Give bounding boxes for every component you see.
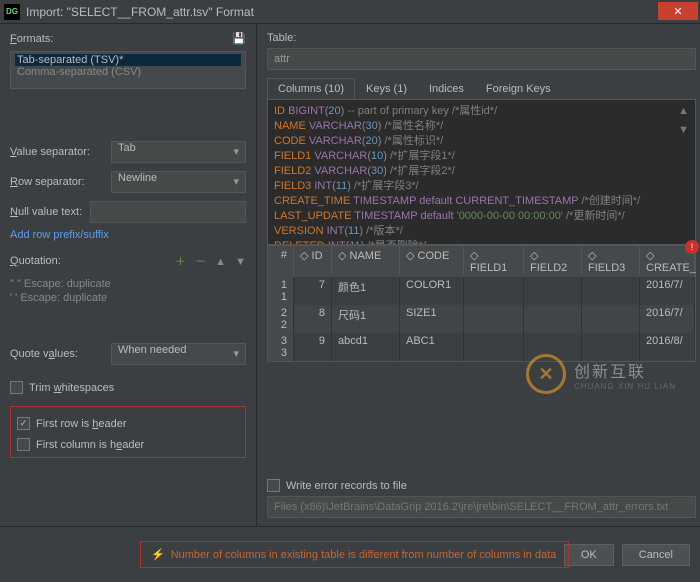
tab-foreign-keys[interactable]: Foreign Keys: [475, 78, 562, 99]
ok-button[interactable]: OK: [564, 544, 614, 566]
quotation-down-icon[interactable]: ▼: [235, 256, 246, 268]
watermark-subtext: CHUANG XIN HU LIAN: [574, 382, 676, 391]
quotation-item[interactable]: " " Escape: duplicate: [10, 277, 246, 291]
tab-columns[interactable]: Columns (10): [267, 78, 355, 99]
col-name[interactable]: ◇ NAME: [332, 246, 400, 277]
trim-whitespace-label: Trim whitespaces: [29, 382, 114, 394]
cancel-button[interactable]: Cancel: [622, 544, 690, 566]
main-area: Formats: 💾 Tab-separated (TSV)* Comma-se…: [0, 24, 700, 526]
first-row-header-label: First row is header: [36, 418, 127, 430]
quotation-label: Quotation:: [10, 255, 61, 267]
col-code[interactable]: ◇ CODE: [400, 246, 464, 277]
schema-editor[interactable]: ▲ ▼ ID BIGINT(20) -- part of primary key…: [267, 100, 696, 245]
write-errors-label: Write error records to file: [286, 480, 407, 492]
first-col-header-checkbox[interactable]: [17, 438, 30, 451]
add-prefix-suffix-link[interactable]: Add row prefix/suffix: [10, 229, 246, 241]
error-badge-icon: !: [685, 240, 699, 254]
col-id[interactable]: ◇ ID: [294, 246, 332, 277]
left-panel: Formats: 💾 Tab-separated (TSV)* Comma-se…: [0, 24, 257, 526]
first-col-header-label: First column is header: [36, 439, 144, 451]
value-separator-label: Value separator:: [10, 146, 105, 158]
value-separator-select[interactable]: Tab: [111, 141, 246, 163]
table-label: Table:: [267, 32, 696, 44]
footer: ⚡ Number of columns in existing table is…: [0, 526, 700, 582]
col-field1[interactable]: ◇ FIELD1: [464, 246, 524, 277]
trim-whitespace-checkbox[interactable]: [10, 381, 23, 394]
quotation-add-icon[interactable]: ＋: [175, 256, 186, 268]
format-item-tsv[interactable]: Tab-separated (TSV)*: [15, 54, 241, 66]
close-button[interactable]: ✕: [658, 2, 698, 20]
first-row-header-checkbox[interactable]: ✓: [17, 417, 30, 430]
watermark: ✕ 创新互联 CHUANG XIN HU LIAN: [526, 354, 676, 394]
null-value-label: Null value text:: [10, 206, 84, 218]
tab-keys[interactable]: Keys (1): [355, 78, 418, 99]
save-icon[interactable]: 💾: [232, 32, 246, 45]
quotation-remove-icon[interactable]: －: [195, 256, 206, 268]
table-row[interactable]: 2 28尺码1SIZE12016/7/: [268, 305, 695, 333]
quotation-up-icon[interactable]: ▲: [215, 256, 226, 268]
watermark-text: 创新互联: [574, 358, 676, 382]
right-panel: Table: Columns (10) Keys (1) Indices For…: [257, 24, 700, 526]
watermark-logo-icon: ✕: [526, 354, 566, 394]
table-row[interactable]: 1 17颜色1COLOR12016/7/: [268, 277, 695, 305]
header-options-group: ✓ First row is header First column is he…: [10, 406, 246, 458]
quote-values-select[interactable]: When needed: [111, 343, 246, 365]
window-title: Import: "SELECT__FROM_attr.tsv" Format: [26, 5, 254, 19]
format-item-csv[interactable]: Comma-separated (CSV): [15, 66, 241, 78]
null-value-input[interactable]: [90, 201, 246, 223]
quotation-list[interactable]: " " Escape: duplicate ' ' Escape: duplic…: [10, 277, 246, 305]
quotation-item[interactable]: ' ' Escape: duplicate: [10, 291, 246, 305]
move-up-icon[interactable]: ▲: [678, 104, 689, 119]
titlebar: DG Import: "SELECT__FROM_attr.tsv" Forma…: [0, 0, 700, 24]
col-field3[interactable]: ◇ FIELD3: [582, 246, 640, 277]
move-down-icon[interactable]: ▼: [678, 123, 689, 138]
tab-bar: Columns (10) Keys (1) Indices Foreign Ke…: [267, 78, 696, 100]
warning-icon: ⚡: [151, 548, 165, 561]
preview-table: ! # ◇ ID ◇ NAME ◇ CODE ◇ FIELD1 ◇ FIELD2…: [267, 245, 696, 362]
tab-indices[interactable]: Indices: [418, 78, 475, 99]
formats-label: Formats:: [10, 33, 53, 45]
col-num[interactable]: #: [268, 246, 294, 277]
row-separator-label: Row separator:: [10, 176, 105, 188]
app-icon: DG: [4, 4, 20, 20]
quote-values-label: Quote values:: [10, 348, 105, 360]
row-separator-select[interactable]: Newline: [111, 171, 246, 193]
table-name-input[interactable]: [267, 48, 696, 70]
error-file-path-input[interactable]: [267, 496, 696, 518]
table-header: # ◇ ID ◇ NAME ◇ CODE ◇ FIELD1 ◇ FIELD2 ◇…: [268, 246, 695, 277]
warning-message: ⚡ Number of columns in existing table is…: [140, 541, 569, 568]
write-errors-checkbox[interactable]: [267, 479, 280, 492]
col-field2[interactable]: ◇ FIELD2: [524, 246, 582, 277]
formats-list[interactable]: Tab-separated (TSV)* Comma-separated (CS…: [10, 51, 246, 89]
